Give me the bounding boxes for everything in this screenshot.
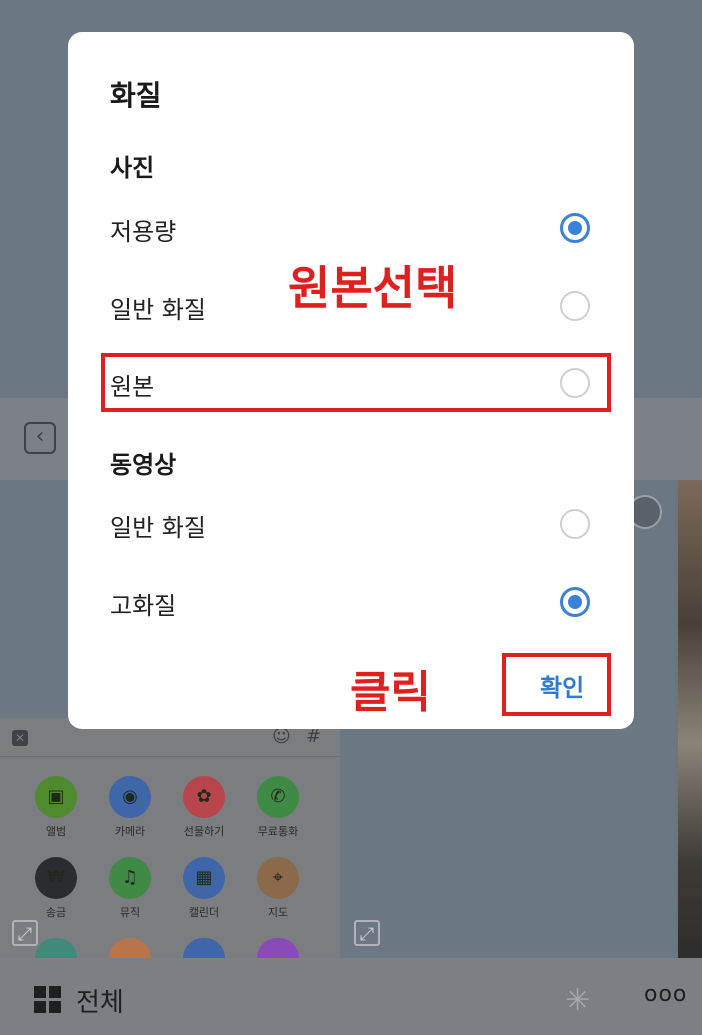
annotation-click: 클릭 bbox=[350, 667, 431, 718]
won-icon[interactable]: ₩ bbox=[35, 857, 77, 899]
app-label: 송금 bbox=[45, 906, 67, 919]
grid-icon[interactable] bbox=[34, 986, 62, 1014]
app-label: 캘린더 bbox=[188, 906, 220, 919]
radio-button[interactable] bbox=[560, 291, 590, 321]
app-label: 카메라 bbox=[114, 825, 146, 838]
radio-button[interactable] bbox=[560, 213, 590, 243]
camera-icon[interactable]: ◉ bbox=[109, 776, 151, 818]
all-filter-label[interactable]: 전체 bbox=[76, 982, 124, 1019]
option-label: 저용량 bbox=[110, 218, 177, 246]
annotation-select-original: 원본선택 bbox=[288, 261, 458, 315]
app-label: 앨범 bbox=[45, 825, 67, 838]
loading-spinner-icon: ✳ bbox=[565, 983, 591, 1018]
emoji-icon[interactable]: ☺ bbox=[272, 726, 291, 747]
music-icon[interactable]: ♫ bbox=[109, 857, 151, 899]
map-pin-icon[interactable]: ⌖ bbox=[257, 857, 299, 899]
calendar-icon[interactable]: ▦ bbox=[183, 857, 225, 899]
video-option-normal[interactable]: 일반 화질 bbox=[68, 498, 634, 550]
back-button[interactable]: ‹ bbox=[24, 422, 56, 454]
gallery-photo bbox=[678, 480, 702, 958]
annotation-highlight-confirm bbox=[502, 653, 611, 716]
video-section-heading: 동영상 bbox=[110, 451, 177, 479]
option-label: 고화질 bbox=[110, 592, 177, 620]
app-label: 지도 bbox=[267, 906, 289, 919]
expand-icon[interactable]: ⤢ bbox=[354, 920, 380, 946]
phone-icon[interactable]: ✆ bbox=[257, 776, 299, 818]
video-option-high[interactable]: 고화질 bbox=[68, 576, 634, 628]
close-icon[interactable]: ✕ bbox=[12, 730, 28, 746]
album-icon[interactable]: ▣ bbox=[35, 776, 77, 818]
radio-button[interactable] bbox=[560, 509, 590, 539]
dialog-title: 화질 bbox=[110, 79, 162, 112]
app-label: 선물하기 bbox=[183, 825, 225, 838]
radio-button[interactable] bbox=[560, 587, 590, 617]
more-options-icon[interactable]: ooo bbox=[644, 982, 687, 1007]
app-label: 무료통화 bbox=[257, 825, 299, 838]
photo-section-heading: 사진 bbox=[110, 154, 155, 182]
app-label: 뮤직 bbox=[119, 906, 141, 919]
annotation-highlight-original bbox=[101, 353, 611, 412]
photo-option-low[interactable]: 저용량 bbox=[68, 202, 634, 254]
hashtag-icon[interactable]: # bbox=[306, 726, 321, 747]
gift-icon[interactable]: ✿ bbox=[183, 776, 225, 818]
option-label: 일반 화질 bbox=[110, 296, 206, 324]
option-label: 일반 화질 bbox=[110, 514, 206, 542]
expand-icon[interactable]: ⤢ bbox=[12, 920, 38, 946]
